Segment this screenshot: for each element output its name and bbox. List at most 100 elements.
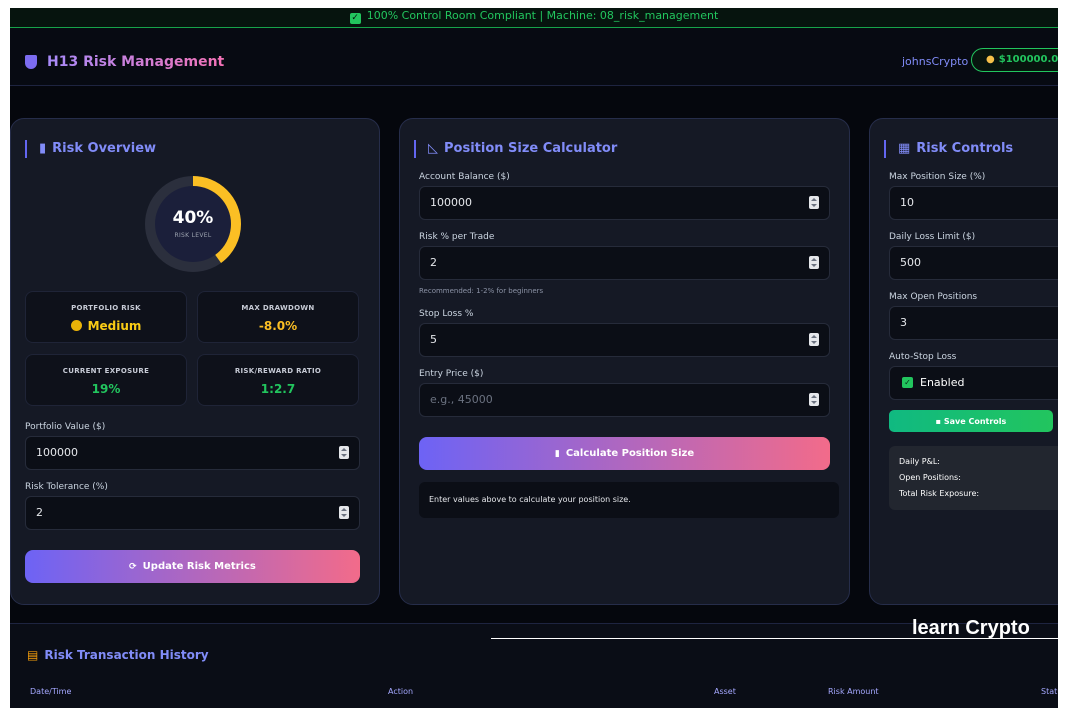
floppy-disk-icon: ▪ xyxy=(935,416,944,426)
risk-overview-title: ▮ Risk Overview xyxy=(25,140,156,158)
stat-portfolio-risk: PORTFOLIO RISK Medium xyxy=(25,291,187,343)
max-open-input[interactable] xyxy=(900,307,1044,337)
stop-loss-field xyxy=(419,323,830,357)
number-stepper-icon[interactable] xyxy=(809,196,819,209)
stat-label: PORTFOLIO RISK xyxy=(71,304,141,312)
bar-chart-icon: ▮ xyxy=(39,141,47,156)
calculation-result: Enter values above to calculate your pos… xyxy=(419,482,839,518)
update-risk-metrics-label: Update Risk Metrics xyxy=(142,561,256,572)
entry-price-input[interactable] xyxy=(430,384,758,414)
portfolio-value-input[interactable] xyxy=(36,437,303,467)
scroll-icon: ▤ xyxy=(27,648,39,662)
max-position-label: Max Position Size (%) xyxy=(889,172,986,182)
controls-title: ▦ Risk Controls xyxy=(884,140,1013,158)
username[interactable]: johnsCrypto xyxy=(902,55,968,68)
daily-loss-label: Daily Loss Limit ($) xyxy=(889,232,976,242)
summary-daily-pnl: Daily P&L: xyxy=(899,457,940,466)
stat-current-exposure: CURRENT EXPOSURE 19% xyxy=(25,354,187,406)
stop-loss-label: Stop Loss % xyxy=(419,309,474,319)
app-title: H13 Risk Management xyxy=(47,54,225,70)
calculate-position-label: Calculate Position Size xyxy=(565,448,695,459)
compliance-text: 100% Control Room Compliant | Machine: 0… xyxy=(366,9,719,22)
number-stepper-icon[interactable] xyxy=(809,333,819,346)
compliance-bar: ✓ 100% Control Room Compliant | Machine: … xyxy=(10,8,1058,28)
position-calculator-card: ◺ Position Size Calculator Account Balanc… xyxy=(399,118,850,605)
check-icon: ✓ xyxy=(349,13,361,24)
save-controls-label: Save Controls xyxy=(943,416,1007,426)
calculator-title: ◺ Position Size Calculator xyxy=(414,140,617,158)
entry-price-label: Entry Price ($) xyxy=(419,369,484,379)
controls-summary: Daily P&L: Open Positions: Total Risk Ex… xyxy=(889,446,1058,510)
stat-risk-reward: RISK/REWARD RATIO 1:2.7 xyxy=(197,354,359,406)
risk-level-value: 40% xyxy=(172,208,214,228)
account-balance-field xyxy=(419,186,830,220)
stat-label: CURRENT EXPOSURE xyxy=(62,367,150,375)
daily-loss-field xyxy=(889,246,1058,280)
risk-per-trade-label: Risk % per Trade xyxy=(419,232,495,242)
update-risk-metrics-button[interactable]: ⟳ Update Risk Metrics xyxy=(25,550,360,583)
portfolio-value-label: Portfolio Value ($) xyxy=(25,422,106,432)
stat-label: RISK/REWARD RATIO xyxy=(234,367,322,375)
risk-history-section: ▤ Risk Transaction History Date/Time Acti… xyxy=(10,623,1058,708)
triangle-ruler-icon: ◺ xyxy=(428,141,438,156)
risk-controls-card: ▦ Risk Controls Max Position Size (%) Dai… xyxy=(869,118,1058,605)
number-stepper-icon[interactable] xyxy=(809,256,819,269)
max-open-field xyxy=(889,306,1058,340)
risk-level-label: RISK LEVEL xyxy=(174,232,212,239)
account-balance-label: Account Balance ($) xyxy=(419,172,510,182)
number-stepper-icon[interactable] xyxy=(339,446,349,459)
calculate-position-button[interactable]: ▮ Calculate Position Size xyxy=(419,437,830,470)
risk-tolerance-input[interactable] xyxy=(36,497,303,527)
app-window: ✓ 100% Control Room Compliant | Machine: … xyxy=(10,8,1058,708)
max-position-input[interactable] xyxy=(900,187,1044,217)
stop-loss-input[interactable] xyxy=(430,324,758,354)
calculator-title-text: Position Size Calculator xyxy=(444,141,618,156)
number-stepper-icon[interactable] xyxy=(809,393,819,406)
save-controls-button[interactable]: ▪ Save Controls xyxy=(889,410,1053,432)
history-title-text: Risk Transaction History xyxy=(44,648,209,662)
balance-value: $100000.00 xyxy=(998,54,1058,65)
summary-open-positions: Open Positions: xyxy=(899,473,961,482)
risk-tolerance-field xyxy=(25,496,360,530)
auto-stop-select[interactable]: ✓ Enabled xyxy=(889,366,1058,400)
brand: H13 Risk Management xyxy=(25,52,224,72)
bar-chart-icon: ▮ xyxy=(554,449,560,459)
entry-price-field xyxy=(419,383,830,417)
gauge-center: 40% RISK LEVEL xyxy=(155,186,231,262)
shield-icon xyxy=(25,55,37,69)
risk-tolerance-label: Risk Tolerance (%) xyxy=(25,482,108,492)
column-header-status[interactable]: Status xyxy=(1041,687,1058,696)
summary-total-risk: Total Risk Exposure: xyxy=(899,489,980,498)
column-header-asset[interactable]: Asset xyxy=(714,687,736,696)
daily-loss-input[interactable] xyxy=(900,247,1044,277)
column-header-action[interactable]: Action xyxy=(388,687,413,696)
stat-label: MAX DRAWDOWN xyxy=(241,304,315,312)
column-header-risk-amount[interactable]: Risk Amount xyxy=(828,687,879,696)
stat-value: Medium xyxy=(26,319,186,333)
controls-title-text: Risk Controls xyxy=(916,141,1014,156)
refresh-icon: ⟳ xyxy=(129,562,137,572)
app-header: H13 Risk Management johnsCrypto ● $100000… xyxy=(10,28,1058,86)
portfolio-value-field xyxy=(25,436,360,470)
account-balance-input[interactable] xyxy=(430,187,758,217)
medium-dot-icon xyxy=(70,320,82,331)
max-position-field xyxy=(889,186,1058,220)
risk-per-trade-input[interactable] xyxy=(430,247,758,277)
auto-stop-label: Auto-Stop Loss xyxy=(889,352,957,362)
stat-value: 19% xyxy=(91,382,121,396)
risk-overview-title-text: Risk Overview xyxy=(52,141,157,156)
column-header-datetime[interactable]: Date/Time xyxy=(30,687,71,696)
number-stepper-icon[interactable] xyxy=(339,506,349,519)
history-title: ▤ Risk Transaction History xyxy=(27,648,209,662)
watermark-text: learn Crypto xyxy=(912,617,1030,639)
risk-per-trade-field xyxy=(419,246,830,280)
max-open-label: Max Open Positions xyxy=(889,292,978,302)
stat-value-text: Medium xyxy=(87,319,142,333)
stat-max-drawdown: MAX DRAWDOWN -8.0% xyxy=(197,291,359,343)
control-knobs-icon: ▦ xyxy=(898,141,911,156)
risk-overview-card: ▮ Risk Overview 40% RISK LEVEL PORTFOLIO … xyxy=(10,118,380,605)
stat-value: -8.0% xyxy=(258,319,298,333)
balance-badge: ●$100000.00 xyxy=(971,48,1058,72)
money-bag-icon: ● xyxy=(986,54,995,65)
stat-value: 1:2.7 xyxy=(260,382,296,396)
